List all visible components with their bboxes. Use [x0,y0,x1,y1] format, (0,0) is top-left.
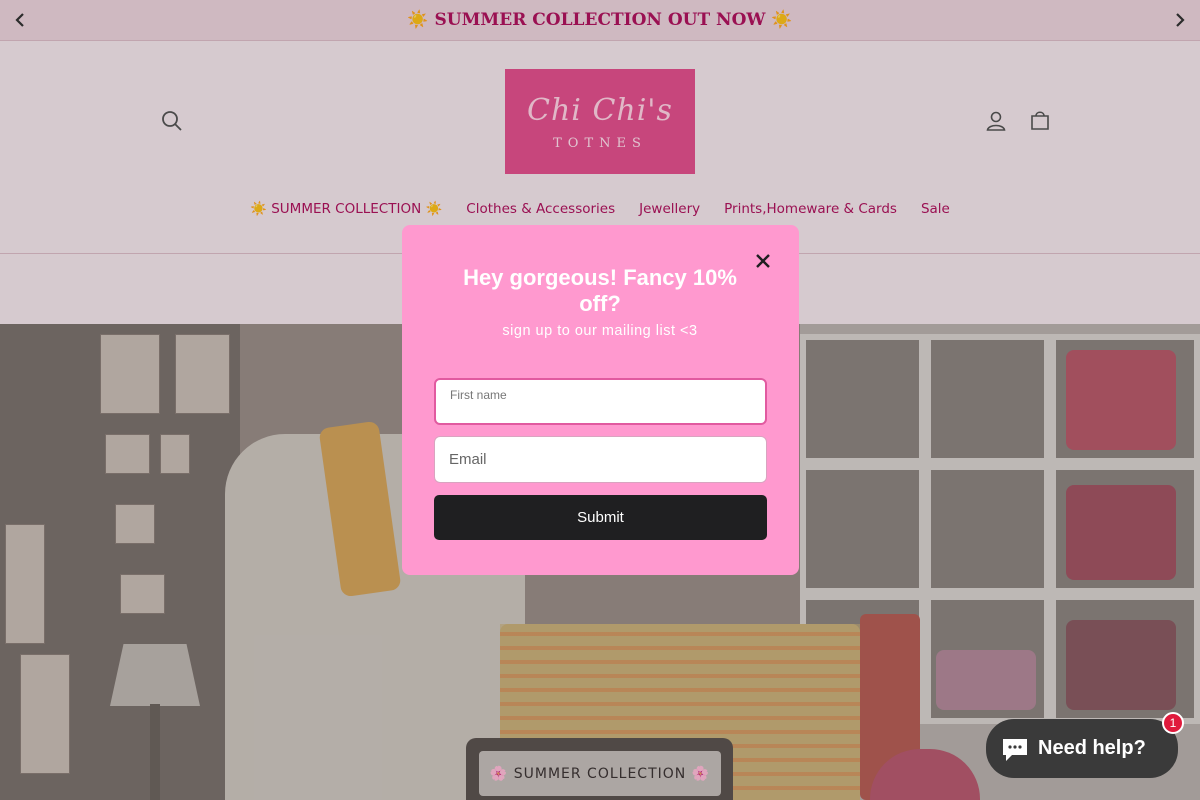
chat-unread-badge: 1 [1162,712,1184,734]
chat-bubble-icon [1003,738,1027,761]
popup-title: Hey gorgeous! Fancy 10% off? [463,265,737,316]
chat-widget-button[interactable]: Need help? [986,719,1178,778]
email-input[interactable] [435,437,766,482]
chat-label: Need help? [1038,737,1146,759]
popup-subtitle: sign up to our mailing list <3 [502,323,698,339]
submit-button[interactable]: Submit [434,495,767,540]
first-name-field[interactable]: First name [434,378,767,425]
email-field[interactable] [434,436,767,483]
first-name-input[interactable] [436,380,765,423]
